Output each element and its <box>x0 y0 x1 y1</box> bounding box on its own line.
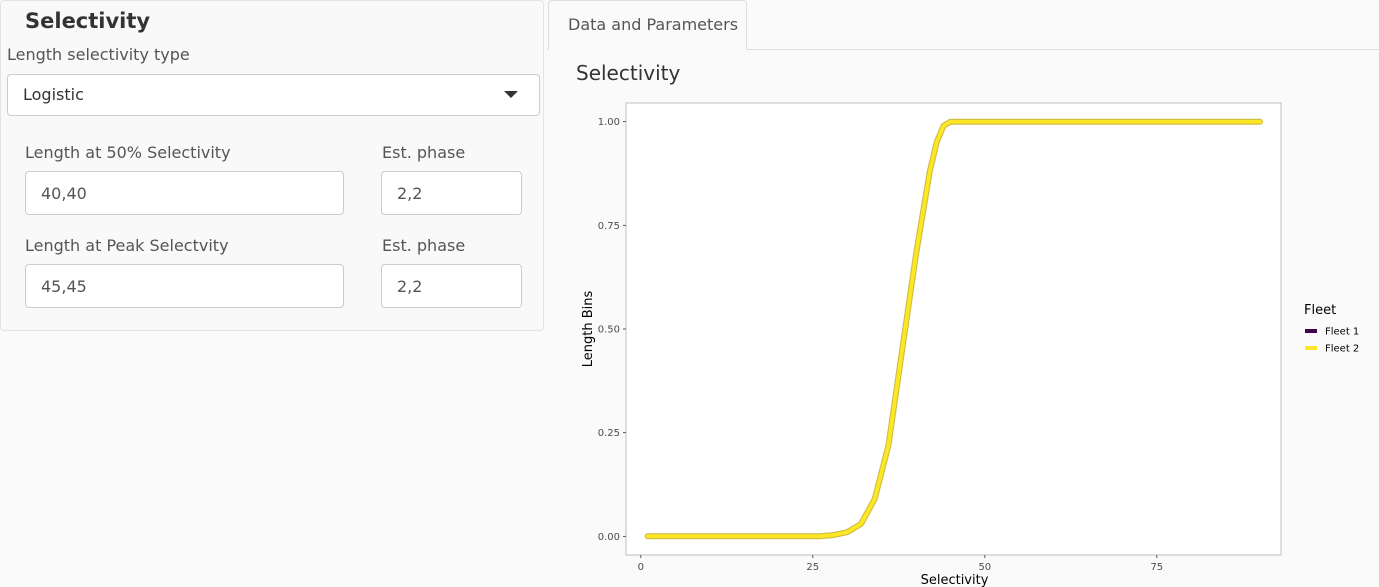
x-tick-label: 0 <box>638 562 644 573</box>
tab-label: Data and Parameters <box>568 15 739 34</box>
tab-data-and-parameters[interactable]: Data and Parameters <box>548 0 747 50</box>
length-peak-input[interactable] <box>25 264 344 308</box>
est-phase-label-2: Est. phase <box>382 236 466 255</box>
selectivity-type-select[interactable]: Logistic <box>7 74 540 116</box>
selectivity-panel: Selectivity Length selectivity type Logi… <box>0 0 544 331</box>
x-tick-label: 25 <box>806 562 819 573</box>
legend-label-2: Fleet 2 <box>1325 344 1359 355</box>
plot-panel <box>625 102 1282 556</box>
legend-title: Fleet <box>1304 303 1336 318</box>
x-tick-label: 75 <box>1150 562 1163 573</box>
selectivity-chart: 0.00 0.25 0.50 0.75 1.00 0 25 50 75 Selectivity Le… <box>581 102 1359 587</box>
x-axis-title: Selectivity <box>921 573 989 587</box>
y-tick-label: 0.25 <box>598 428 620 439</box>
est-phase-input-2[interactable] <box>381 264 522 308</box>
length-peak-label: Length at Peak Selectvity <box>25 236 229 255</box>
est-phase-label-1: Est. phase <box>382 143 466 162</box>
est-phase-input-1[interactable] <box>381 171 522 215</box>
length-50-label: Length at 50% Selectivity <box>25 143 231 162</box>
panel-title: Selectivity <box>25 9 151 33</box>
y-tick-label: 0.00 <box>598 532 620 543</box>
y-tick-label: 0.75 <box>598 221 620 232</box>
length-50-input[interactable] <box>25 171 344 215</box>
y-tick-label: 0.50 <box>598 325 620 336</box>
selectivity-type-value: Logistic <box>23 85 84 104</box>
y-tick-label: 1.00 <box>598 117 620 128</box>
chevron-down-icon <box>504 91 518 98</box>
legend-label-1: Fleet 1 <box>1325 327 1359 338</box>
tab-bar: Data and Parameters <box>547 0 1379 50</box>
y-axis-title: Length Bins <box>581 291 596 368</box>
x-tick-label: 50 <box>978 562 991 573</box>
section-title: Selectivity <box>576 61 681 85</box>
selectivity-type-label: Length selectivity type <box>7 45 190 64</box>
